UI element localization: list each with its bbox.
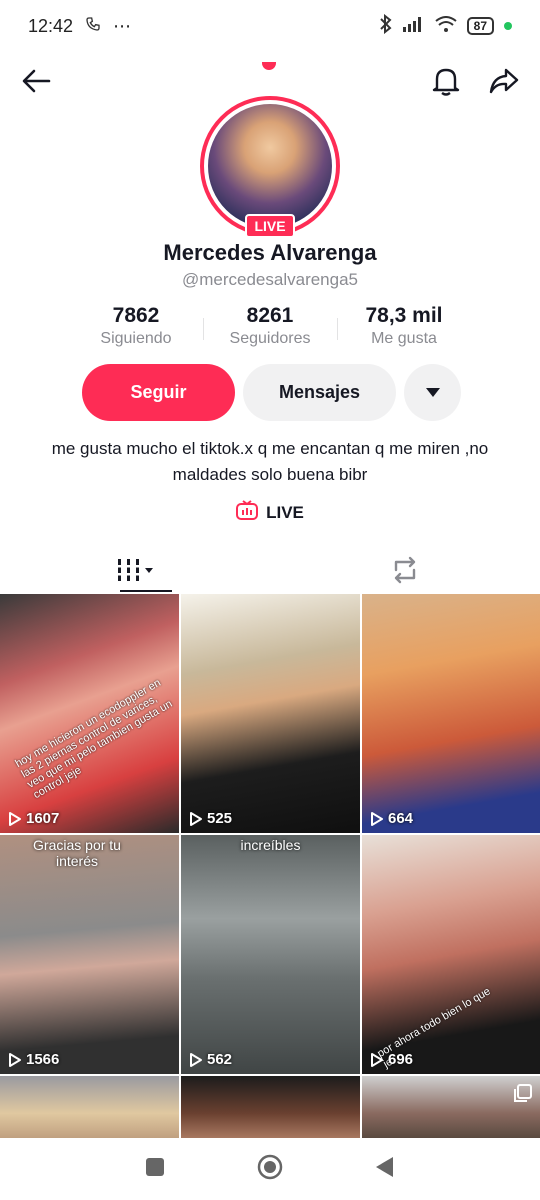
home-button[interactable] bbox=[257, 1154, 283, 1185]
stat-label: Siguiendo bbox=[100, 330, 172, 347]
avatar-container[interactable]: LIVE bbox=[200, 96, 340, 238]
play-icon bbox=[9, 1052, 21, 1067]
recents-button[interactable] bbox=[145, 1157, 165, 1182]
status-time: 12:42 bbox=[28, 15, 74, 36]
profile-handle: @mercedesalvarenga5 bbox=[181, 270, 359, 289]
share-arrow-icon bbox=[489, 68, 519, 94]
view-count-value: 1566 bbox=[26, 1051, 60, 1068]
caret-down-icon bbox=[425, 388, 440, 397]
play-icon bbox=[9, 811, 21, 826]
tab-videos[interactable] bbox=[0, 546, 270, 594]
video-thumbnail[interactable] bbox=[0, 1076, 179, 1138]
share-button[interactable] bbox=[486, 63, 522, 99]
live-link-label: LIVE bbox=[266, 502, 304, 522]
view-count-value: 1607 bbox=[26, 810, 60, 827]
square-icon bbox=[146, 1157, 164, 1176]
video-overlay-text: hoy me hicieron un ecodoppler en las 2 p… bbox=[13, 676, 175, 802]
live-link[interactable]: LIVE bbox=[0, 500, 540, 525]
profile-bio: me gusta mucho el tiktok.x q me encantan… bbox=[51, 439, 489, 484]
stat-following[interactable]: 7862 Siguiendo bbox=[69, 304, 203, 348]
videos-grid-icon bbox=[116, 559, 153, 581]
view-count: 1566 bbox=[8, 1051, 59, 1068]
bell-icon bbox=[432, 68, 460, 96]
stat-value: 7862 bbox=[112, 304, 160, 327]
multi-photo-icon bbox=[514, 1084, 532, 1102]
video-caption: Gracias por tu interés bbox=[33, 837, 121, 869]
play-icon bbox=[371, 811, 383, 826]
video-thumbnail[interactable] bbox=[362, 1076, 540, 1138]
stat-likes[interactable]: 78,3 mil Me gusta bbox=[337, 304, 471, 348]
profile-actions: Seguir Mensajes bbox=[82, 364, 461, 421]
avatar bbox=[208, 104, 332, 228]
view-count: 562 bbox=[189, 1051, 232, 1068]
arrow-left-icon bbox=[22, 69, 51, 93]
circle-home-icon bbox=[257, 1154, 283, 1179]
view-count: 1607 bbox=[8, 810, 59, 827]
stat-value: 78,3 mil bbox=[365, 304, 443, 327]
live-badge: LIVE bbox=[245, 214, 295, 238]
video-thumbnail[interactable]: increíbles 562 bbox=[181, 835, 360, 1074]
profile-stats: 7862 Siguiendo 8261 Seguidores 78,3 mil … bbox=[0, 304, 540, 348]
view-count-value: 696 bbox=[388, 1051, 414, 1068]
bluetooth-icon bbox=[379, 13, 393, 39]
repost-icon bbox=[394, 556, 416, 584]
view-count: 664 bbox=[370, 810, 413, 827]
video-thumbnail[interactable]: hoy me hicieron un ecodoppler en las 2 p… bbox=[0, 594, 179, 833]
notifications-button[interactable] bbox=[428, 63, 464, 99]
stat-label: Seguidores bbox=[229, 330, 311, 347]
more-notifications-icon: ⋯ bbox=[113, 15, 132, 36]
video-thumbnail[interactable] bbox=[181, 1076, 360, 1138]
system-nav-bar bbox=[0, 1138, 540, 1200]
view-count: 696 bbox=[370, 1051, 413, 1068]
view-count-value: 664 bbox=[388, 810, 414, 827]
play-icon bbox=[190, 811, 202, 826]
stat-value: 8261 bbox=[246, 304, 294, 327]
wifi-icon bbox=[435, 15, 457, 37]
stat-followers[interactable]: 8261 Seguidores bbox=[203, 304, 337, 348]
battery-indicator: 87 bbox=[466, 17, 494, 35]
content-tabs bbox=[0, 546, 540, 594]
message-button[interactable]: Mensajes bbox=[243, 364, 396, 421]
video-thumbnail[interactable]: 525 bbox=[181, 594, 360, 833]
profile-name: Mercedes Alvarenga bbox=[163, 240, 377, 265]
system-back-button[interactable] bbox=[375, 1156, 395, 1183]
video-grid: hoy me hicieron un ecodoppler en las 2 p… bbox=[0, 594, 540, 1138]
more-options-button[interactable] bbox=[404, 364, 461, 421]
view-count: 525 bbox=[189, 810, 232, 827]
play-icon bbox=[190, 1052, 202, 1067]
status-bar: 12:42 ⋯ 87 bbox=[0, 0, 540, 52]
video-thumbnail[interactable]: Gracias por tu interés 1566 bbox=[0, 835, 179, 1074]
video-thumbnail[interactable]: 664 bbox=[362, 594, 540, 833]
tab-reposts[interactable] bbox=[270, 546, 540, 594]
play-icon bbox=[371, 1052, 383, 1067]
back-button[interactable] bbox=[18, 63, 54, 99]
live-tv-icon bbox=[236, 500, 259, 525]
view-count-value: 525 bbox=[207, 810, 233, 827]
signal-icon bbox=[402, 16, 425, 37]
video-caption: increíbles bbox=[240, 837, 301, 853]
triangle-back-icon bbox=[376, 1156, 393, 1177]
view-count-value: 562 bbox=[207, 1051, 233, 1068]
stat-label: Me gusta bbox=[371, 330, 437, 347]
privacy-dot bbox=[504, 22, 512, 30]
phone-icon bbox=[85, 16, 101, 37]
video-thumbnail[interactable]: por ahora todo bien lo que je 696 bbox=[362, 835, 540, 1074]
follow-button[interactable]: Seguir bbox=[82, 364, 235, 421]
